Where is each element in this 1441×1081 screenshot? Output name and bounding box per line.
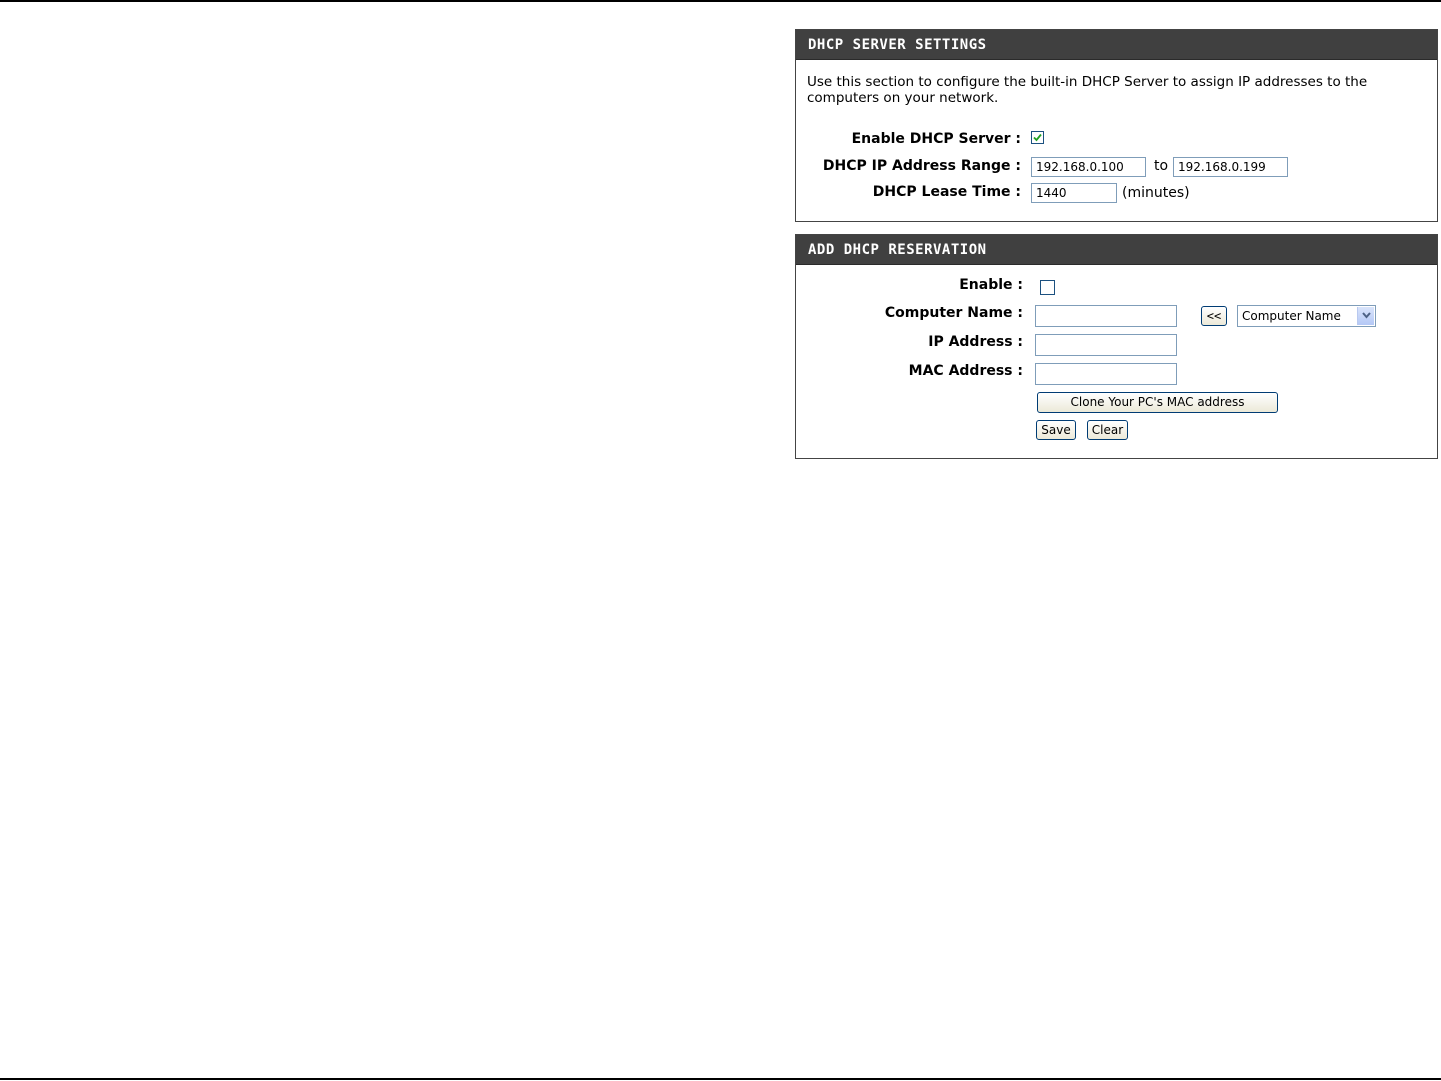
computer-name-select[interactable]: Computer Name xyxy=(1237,305,1376,327)
clear-button[interactable]: Clear xyxy=(1087,420,1128,440)
mac-address-input[interactable] xyxy=(1035,363,1177,385)
computer-name-label: Computer Name : xyxy=(884,305,1023,321)
computer-name-select-value: Computer Name xyxy=(1242,309,1341,323)
bottom-rule xyxy=(0,1078,1441,1080)
enable-dhcp-server-label: Enable DHCP Server : xyxy=(851,131,1021,147)
dhcp-server-settings-header: DHCP SERVER SETTINGS xyxy=(796,30,1437,60)
reservation-enable-checkbox[interactable] xyxy=(1040,280,1055,295)
dhcp-range-end-input[interactable]: 192.168.0.199 xyxy=(1173,157,1288,177)
ip-address-label: IP Address : xyxy=(928,334,1023,350)
clone-mac-address-button[interactable]: Clone Your PC's MAC address xyxy=(1037,392,1278,413)
computer-name-input[interactable] xyxy=(1035,305,1177,327)
enable-dhcp-server-checkbox[interactable] xyxy=(1031,131,1044,144)
ip-address-input[interactable] xyxy=(1035,334,1177,356)
add-dhcp-reservation-header: ADD DHCP RESERVATION xyxy=(796,235,1437,265)
checkmark-icon xyxy=(1033,133,1042,142)
top-rule xyxy=(0,0,1441,2)
add-dhcp-reservation-panel: ADD DHCP RESERVATION Enable : Computer N… xyxy=(795,234,1438,459)
dhcp-ip-range-label: DHCP IP Address Range : xyxy=(822,158,1021,174)
dhcp-lease-time-input[interactable]: 1440 xyxy=(1031,183,1117,203)
mac-address-label: MAC Address : xyxy=(908,363,1023,379)
save-button[interactable]: Save xyxy=(1036,420,1076,440)
lease-unit-label: (minutes) xyxy=(1122,185,1190,201)
dhcp-server-description: Use this section to configure the built-… xyxy=(807,74,1368,106)
reservation-enable-label: Enable : xyxy=(959,277,1023,293)
chevron-down-icon[interactable] xyxy=(1357,307,1374,325)
dhcp-lease-time-label: DHCP Lease Time : xyxy=(872,184,1021,200)
dhcp-range-start-input[interactable]: 192.168.0.100 xyxy=(1031,157,1146,177)
copy-computer-name-button[interactable]: << xyxy=(1201,306,1227,326)
dhcp-server-settings-panel: DHCP SERVER SETTINGS Use this section to… xyxy=(795,29,1438,222)
range-to-label: to xyxy=(1154,158,1169,174)
